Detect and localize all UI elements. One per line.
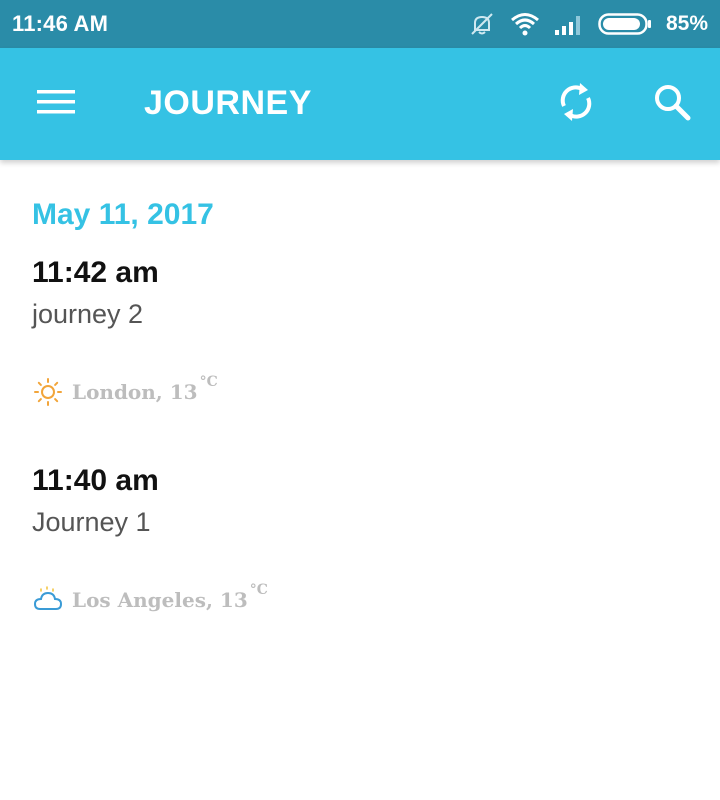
weather-location: Los Angeles, 13 [72, 588, 248, 612]
entry-weather: London, 13 °C [32, 374, 688, 408]
journal-entry[interactable]: 11:42 am journey 2 [32, 254, 688, 332]
entry-title: Journey 1 [32, 507, 151, 537]
status-icons: 85% [468, 10, 708, 38]
battery-icon [598, 12, 652, 36]
menu-button[interactable] [24, 76, 88, 132]
status-bar: 11:46 AM 85% [0, 0, 720, 48]
cloud-icon [32, 584, 64, 616]
wifi-icon [510, 11, 540, 37]
sync-button[interactable] [548, 76, 604, 132]
app-bar: JOURNEY [0, 48, 720, 160]
search-button[interactable] [644, 76, 700, 132]
search-icon [652, 82, 692, 127]
temperature-unit: °C [249, 582, 268, 598]
journal-entry[interactable]: 11:40 am Journey 1 [32, 462, 688, 540]
date-header: May 11, 2017 [32, 198, 214, 231]
menu-icon [36, 86, 76, 123]
signal-icon [554, 12, 584, 36]
entry-weather: Los Angeles, 13 °C [32, 582, 688, 616]
journal-list: May 11, 2017 11:42 am journey 2 London, [32, 160, 688, 616]
weather-location: London, 13 [72, 380, 198, 404]
entry-time: 11:40 am [32, 464, 159, 497]
temperature-unit: °C [199, 374, 218, 390]
notifications-off-icon [468, 10, 496, 38]
entry-title: journey 2 [32, 299, 144, 329]
status-time: 11:46 AM [12, 11, 109, 36]
sun-icon [32, 376, 64, 408]
battery-percent: 85% [665, 12, 708, 35]
entry-time: 11:42 am [32, 256, 159, 289]
app-title: JOURNEY [144, 84, 312, 122]
sync-icon [556, 80, 596, 129]
